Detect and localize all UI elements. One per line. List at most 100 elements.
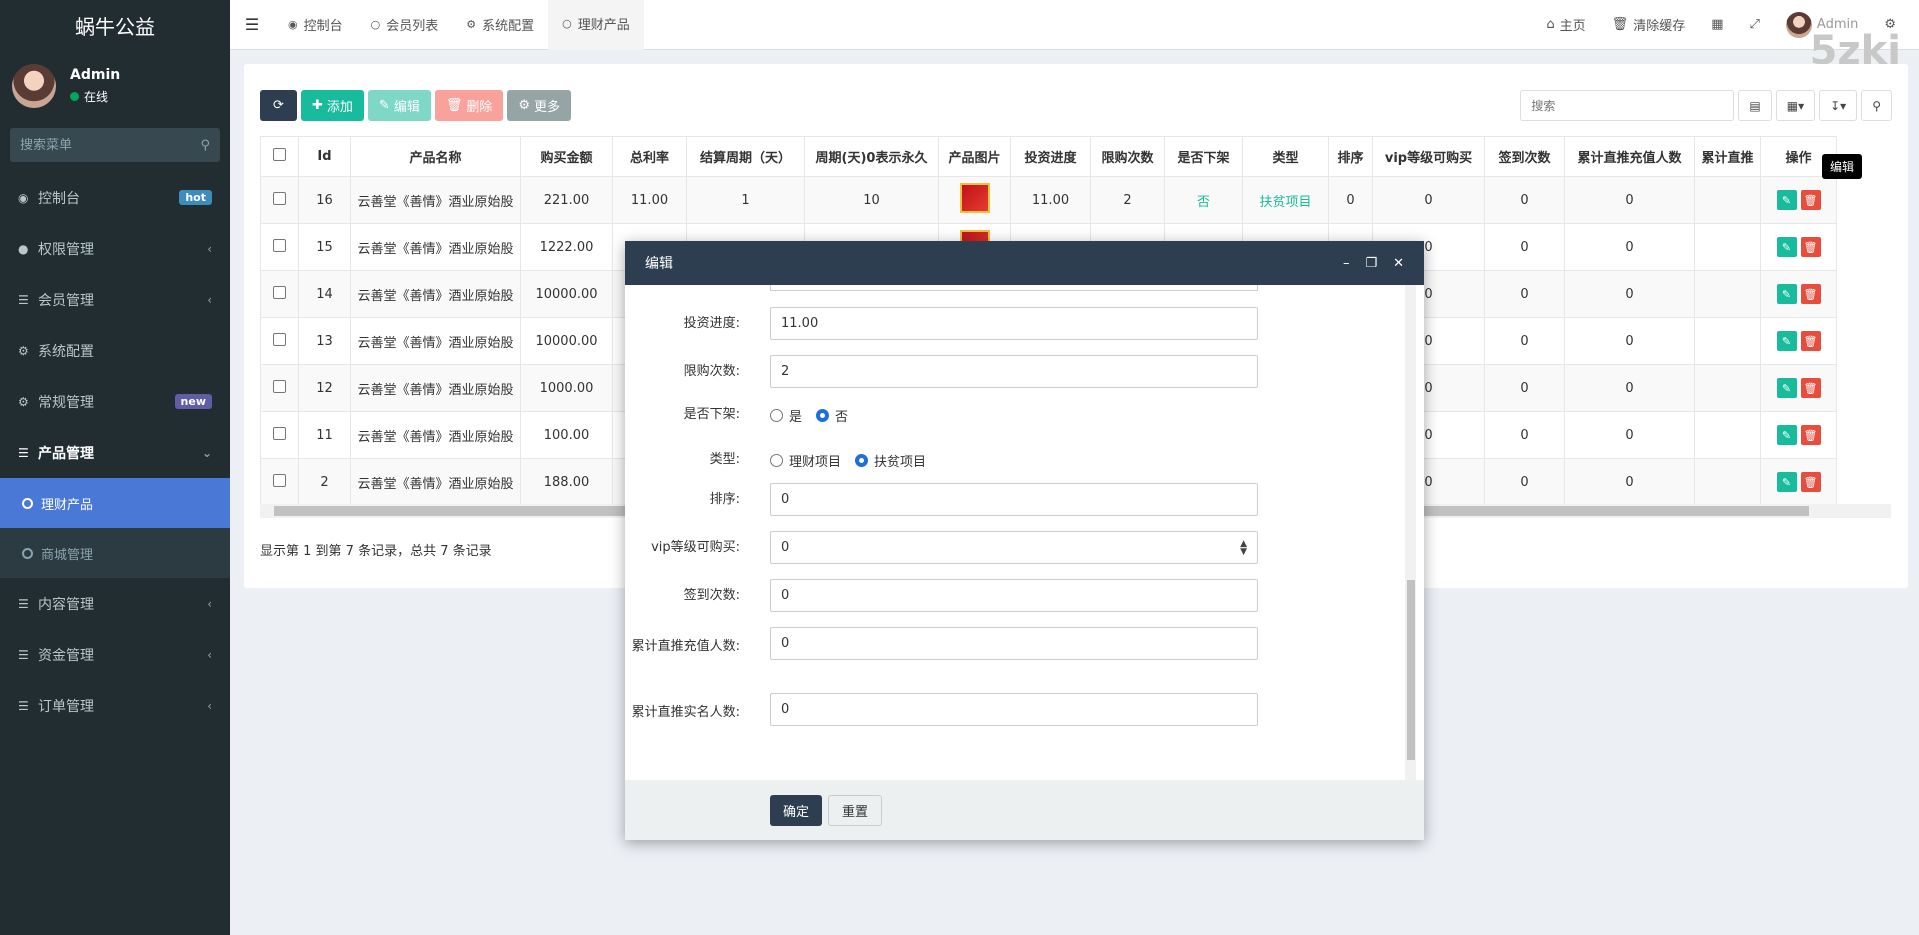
sidebar-subitem-mall[interactable]: 商城管理: [0, 528, 230, 578]
offline-yes-radio[interactable]: 是: [770, 406, 802, 425]
scrollbar-thumb[interactable]: [1407, 580, 1415, 760]
row-delete-button[interactable]: 🗑: [1800, 190, 1821, 210]
sidebar-item-funds[interactable]: ☰ 资金管理 ‹: [0, 629, 230, 680]
maximize-icon[interactable]: ❐: [1365, 256, 1377, 271]
row-delete-button[interactable]: 🗑: [1800, 425, 1821, 445]
header-image[interactable]: 产品图片: [938, 136, 1011, 177]
header-limit[interactable]: 限购次数: [1090, 136, 1165, 177]
limit-input[interactable]: 2: [770, 355, 1258, 388]
fullscreen-button[interactable]: ⤢: [1737, 17, 1773, 32]
edit-button[interactable]: ✎ 编辑: [367, 90, 431, 121]
row-delete-button[interactable]: 🗑: [1800, 284, 1821, 304]
sidebar-subitem-finance-products[interactable]: 理财产品: [0, 478, 230, 528]
field-progress: 投资进度: 11.00: [625, 307, 1405, 340]
app-logo[interactable]: 蜗牛公益: [0, 0, 230, 50]
product-thumbnail[interactable]: [959, 183, 990, 213]
row-delete-button[interactable]: 🗑: [1800, 378, 1821, 398]
row-checkbox[interactable]: [273, 379, 286, 393]
columns-button[interactable]: ▦ ▾: [1775, 90, 1816, 121]
row-edit-button[interactable]: ✎: [1776, 378, 1797, 398]
clear-cache-button[interactable]: 🗑 清除缓存: [1599, 15, 1699, 34]
sort-input[interactable]: 0: [770, 483, 1258, 516]
realname-input[interactable]: 0: [770, 693, 1258, 726]
header-amount[interactable]: 购买金额: [520, 136, 613, 177]
menu-toggle-icon[interactable]: ☰: [230, 15, 274, 34]
sidebar-item-members[interactable]: ☰ 会员管理 ‹: [0, 274, 230, 325]
type-finance-radio[interactable]: 理财项目: [770, 451, 841, 470]
row-checkbox[interactable]: [273, 285, 286, 299]
row-edit-button[interactable]: ✎: [1776, 284, 1797, 304]
row-select-cell: [260, 458, 299, 506]
toggle-view-button[interactable]: ▤: [1738, 90, 1772, 121]
add-button[interactable]: ✚ 添加: [301, 90, 364, 121]
delete-button[interactable]: 🗑 删除: [434, 90, 504, 121]
table-search-input[interactable]: [1520, 90, 1735, 121]
menu-search-input[interactable]: [20, 137, 180, 153]
row-edit-button[interactable]: ✎: [1776, 472, 1797, 492]
sidebar-item-general[interactable]: ⚙ 常规管理 new: [0, 376, 230, 427]
close-icon[interactable]: ✕: [1393, 256, 1404, 271]
tab-finance-products[interactable]: ○ 理财产品: [548, 0, 644, 50]
header-type[interactable]: 类型: [1242, 136, 1329, 177]
header-id[interactable]: Id: [298, 136, 351, 177]
header-vip[interactable]: vip等级可购买: [1372, 136, 1485, 177]
sidebar-item-dashboard[interactable]: ◉ 控制台 hot: [0, 172, 230, 223]
vip-stepper[interactable]: 0 ▲ ▼: [770, 531, 1258, 564]
search-icon[interactable]: ⚲: [200, 138, 210, 153]
tab-system-config[interactable]: ⚙ 系统配置: [452, 0, 548, 50]
more-button[interactable]: ⚙ 更多: [507, 90, 572, 121]
header-sign[interactable]: 签到次数: [1484, 136, 1565, 177]
row-edit-button[interactable]: ✎: [1776, 425, 1797, 445]
row-checkbox[interactable]: [273, 191, 286, 205]
sign-input[interactable]: 0: [770, 579, 1258, 612]
select-all-checkbox[interactable]: [273, 148, 286, 161]
cell-offline[interactable]: 否: [1164, 176, 1243, 224]
sidebar-item-orders[interactable]: ☰ 订单管理 ‹: [0, 680, 230, 731]
cell-type[interactable]: 扶贫项目: [1242, 176, 1329, 224]
header-offline[interactable]: 是否下架: [1164, 136, 1243, 177]
dialog-vertical-scrollbar[interactable]: [1405, 285, 1416, 780]
reset-button[interactable]: 重置: [828, 794, 883, 826]
minimize-icon[interactable]: –: [1343, 256, 1350, 271]
row-delete-button[interactable]: 🗑: [1800, 472, 1821, 492]
row-checkbox[interactable]: [273, 426, 286, 440]
cell-amount: 221.00: [520, 176, 613, 224]
recharge-input[interactable]: 0: [770, 627, 1258, 660]
row-checkbox[interactable]: [273, 238, 286, 252]
header-sort[interactable]: 排序: [1328, 136, 1373, 177]
offline-no-radio[interactable]: 否: [816, 406, 848, 425]
row-checkbox[interactable]: [273, 473, 286, 487]
user-panel: Admin 在线: [0, 50, 230, 122]
dialog-header[interactable]: 编辑 – ❐ ✕: [625, 241, 1424, 285]
row-delete-button[interactable]: 🗑: [1800, 237, 1821, 257]
export-button[interactable]: ↧ ▾: [1819, 90, 1858, 121]
sidebar-item-content[interactable]: ☰ 内容管理 ‹: [0, 578, 230, 629]
tab-member-list[interactable]: ○ 会员列表: [357, 0, 453, 50]
search-button[interactable]: ⚲: [1861, 90, 1892, 121]
tab-dashboard[interactable]: ◉ 控制台: [274, 0, 357, 50]
home-link[interactable]: ⌂ 主页: [1533, 15, 1598, 34]
refresh-button[interactable]: ⟳: [260, 90, 297, 121]
header-period[interactable]: 周期(天)0表示永久: [804, 136, 939, 177]
translate-button[interactable]: ▦: [1698, 17, 1736, 32]
chevron-left-icon: ‹: [207, 596, 212, 611]
header-recharge[interactable]: 累计直推充值人数: [1564, 136, 1695, 177]
header-rate[interactable]: 总利率: [612, 136, 687, 177]
row-checkbox[interactable]: [273, 332, 286, 346]
header-settle[interactable]: 结算周期（天）: [686, 136, 805, 177]
sidebar-item-permissions[interactable]: ● 权限管理 ‹: [0, 223, 230, 274]
confirm-button[interactable]: 确定: [770, 794, 823, 826]
stepper-arrows-icon[interactable]: ▲ ▼: [1240, 539, 1247, 556]
textarea-bottom[interactable]: [770, 285, 1258, 291]
row-edit-button[interactable]: ✎: [1776, 190, 1797, 210]
header-progress[interactable]: 投资进度: [1010, 136, 1091, 177]
row-edit-button[interactable]: ✎: [1776, 331, 1797, 351]
progress-input[interactable]: 11.00: [770, 307, 1258, 340]
header-name[interactable]: 产品名称: [350, 136, 521, 177]
type-poverty-radio[interactable]: 扶贫项目: [855, 451, 926, 470]
header-realname[interactable]: 累计直推: [1694, 136, 1761, 177]
sidebar-item-system-config[interactable]: ⚙ 系统配置: [0, 325, 230, 376]
sidebar-item-products[interactable]: ☰ 产品管理 ⌄: [0, 427, 230, 478]
row-edit-button[interactable]: ✎: [1776, 237, 1797, 257]
row-delete-button[interactable]: 🗑: [1800, 331, 1821, 351]
